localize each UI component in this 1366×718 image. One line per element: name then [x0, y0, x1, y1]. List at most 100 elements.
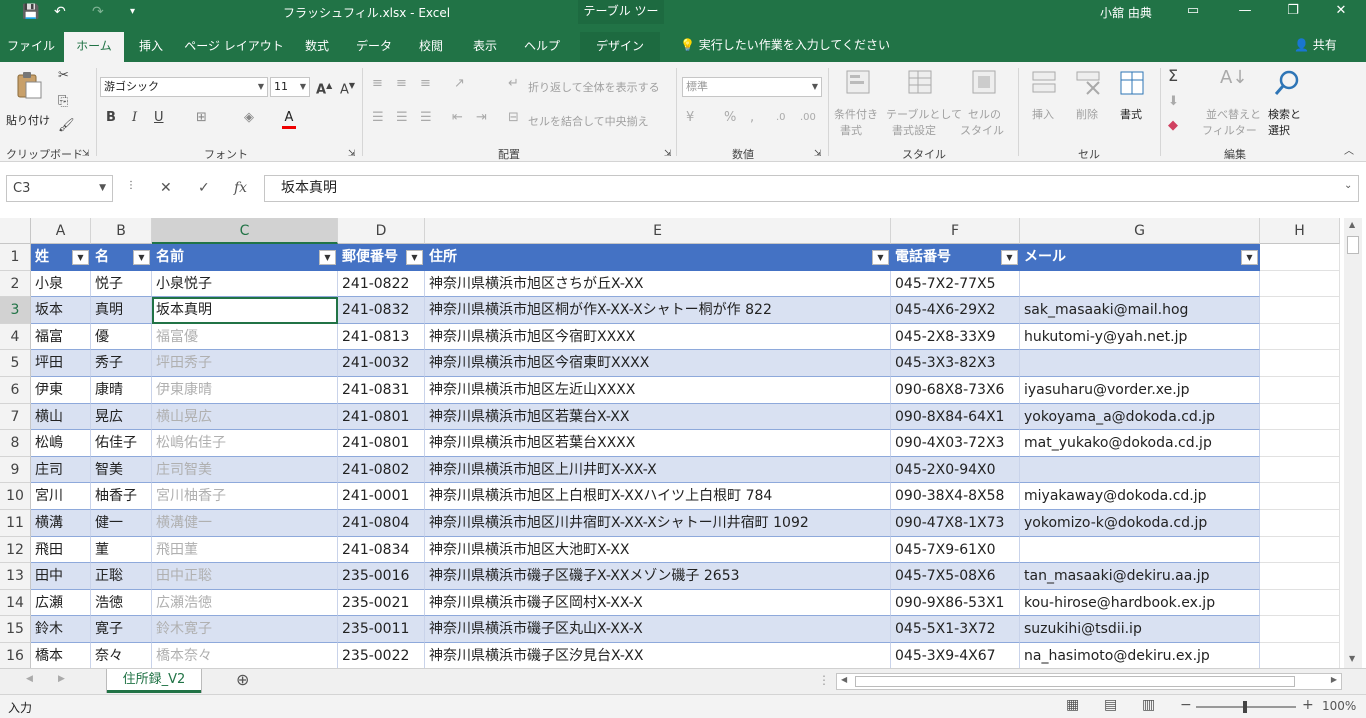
zoom-slider[interactable] [1196, 701, 1296, 713]
font-dialog-launcher-icon[interactable]: ⇲ [348, 146, 356, 162]
tab-insert[interactable]: 挿入 [126, 32, 176, 62]
bold-icon[interactable]: B [106, 110, 116, 126]
restore-button[interactable]: ❐ [1270, 0, 1316, 24]
redo-icon[interactable]: ↷ [92, 3, 104, 21]
filter-dropdown-icon[interactable]: ▼ [133, 250, 150, 265]
table-cell[interactable]: 235-0011 [338, 616, 425, 643]
table-cell[interactable]: miyakaway@dokoda.cd.jp [1020, 483, 1260, 510]
sort-filter-button[interactable]: A↓ 並べ替えと フィルター [1202, 68, 1262, 144]
increase-decimal-icon[interactable]: .0 [776, 110, 786, 126]
flash-fill-preview-cell[interactable]: 伊東康晴 [152, 377, 338, 404]
table-cell[interactable]: 090-68X8-73X6 [891, 377, 1020, 404]
table-cell[interactable] [1020, 350, 1260, 377]
format-cells-button[interactable]: 書式 [1112, 68, 1152, 144]
table-cell[interactable]: 悦子 [91, 270, 152, 298]
table-cell[interactable]: 241-0804 [338, 510, 425, 537]
alignment-dialog-launcher-icon[interactable]: ⇲ [664, 146, 672, 162]
table-cell[interactable]: na_hasimoto@dekiru.ex.jp [1020, 643, 1260, 670]
decrease-font-size-icon[interactable]: A▼ [340, 78, 355, 98]
row-header[interactable]: 8 [0, 430, 31, 457]
table-cell[interactable]: 241-0032 [338, 350, 425, 377]
paste-button[interactable]: 貼り付け [6, 68, 52, 138]
column-header-e[interactable]: E [425, 218, 891, 244]
table-cell[interactable]: 松嶋 [31, 430, 91, 457]
number-dialog-launcher-icon[interactable]: ⇲ [814, 146, 822, 162]
table-cell[interactable]: 045-4X6-29X2 [891, 297, 1020, 324]
empty-cell[interactable] [1260, 563, 1340, 590]
column-header-b[interactable]: B [91, 218, 152, 244]
row-header[interactable]: 13 [0, 563, 31, 590]
table-cell[interactable]: 田中 [31, 563, 91, 590]
table-cell[interactable]: 045-5X1-3X72 [891, 616, 1020, 643]
page-layout-view-icon[interactable]: ▤ [1104, 697, 1117, 713]
horizontal-scroll-thumb[interactable] [855, 676, 1295, 687]
table-cell[interactable] [1020, 270, 1260, 298]
clear-icon[interactable]: ◆ [1168, 118, 1178, 134]
prev-sheet-icon[interactable]: ◀ [26, 674, 33, 684]
empty-cell[interactable] [1260, 403, 1340, 431]
align-top-icon[interactable]: ≡ [372, 76, 383, 92]
wrap-text-label[interactable]: 折り返して全体を表示する [528, 79, 660, 95]
table-cell[interactable]: 090-8X84-64X1 [891, 403, 1020, 431]
table-cell[interactable]: 045-2X0-94X0 [891, 456, 1020, 484]
tab-design[interactable]: デザイン [580, 32, 660, 62]
border-icon[interactable]: ⊞ [196, 110, 207, 126]
table-cell[interactable]: tan_masaaki@dekiru.aa.jp [1020, 563, 1260, 590]
sheet-tab-active[interactable]: 住所録_V2 [107, 669, 201, 693]
filter-dropdown-icon[interactable]: ▼ [72, 250, 89, 265]
font-size-select[interactable]: 11 ▼ [270, 77, 310, 97]
row-header[interactable]: 12 [0, 536, 31, 564]
filter-dropdown-icon[interactable]: ▼ [1001, 250, 1018, 265]
table-cell[interactable]: 横溝 [31, 510, 91, 537]
scroll-down-icon[interactable]: ▼ [1349, 654, 1355, 663]
row-header[interactable]: 1 [0, 244, 31, 271]
insert-function-icon[interactable]: fx [234, 180, 247, 196]
filter-dropdown-icon[interactable]: ▼ [319, 250, 336, 265]
user-name[interactable]: 小舘 由典 [1100, 4, 1152, 21]
empty-cell[interactable] [1260, 536, 1340, 564]
vertical-scrollbar[interactable]: ▲ ▼ [1344, 218, 1362, 668]
tell-me-search[interactable]: 💡 実行したい作業を入力してください [680, 36, 890, 53]
cell-styles-button[interactable]: セルの スタイル [958, 68, 1012, 144]
empty-cell[interactable] [1260, 297, 1340, 324]
scroll-left-icon[interactable]: ◀ [841, 675, 847, 684]
align-left-icon[interactable]: ☰ [372, 110, 384, 126]
conditional-formatting-button[interactable]: 条件付き 書式 [832, 68, 886, 144]
table-cell[interactable]: 神奈川県横浜市旭区若葉台XXXX [425, 430, 891, 457]
flash-fill-preview-cell[interactable]: 庄司智美 [152, 456, 338, 484]
sorted-filter-dropdown-icon[interactable]: ▼ [872, 250, 889, 265]
table-cell[interactable]: 神奈川県横浜市磯子区磯子X-XXメゾン磯子 2653 [425, 563, 891, 590]
column-header-d[interactable]: D [338, 218, 425, 244]
copy-icon[interactable]: ⎘ [58, 94, 68, 110]
number-format-select[interactable]: 標準 ▼ [682, 77, 822, 97]
table-cell[interactable]: 広瀬 [31, 589, 91, 617]
table-cell[interactable]: 秀子 [91, 350, 152, 377]
flash-fill-preview-cell[interactable]: 宮川柚香子 [152, 483, 338, 510]
increase-indent-icon[interactable]: ⇥ [476, 110, 487, 126]
table-cell[interactable]: 241-0822 [338, 270, 425, 298]
flash-fill-preview-cell[interactable]: 横溝健一 [152, 510, 338, 537]
empty-cell[interactable] [1260, 377, 1340, 404]
empty-cell[interactable] [1260, 270, 1340, 298]
table-cell[interactable]: 神奈川県横浜市旭区左近山XXXX [425, 377, 891, 404]
font-color-icon[interactable]: A [282, 110, 296, 129]
table-cell[interactable]: 坪田 [31, 350, 91, 377]
empty-cell[interactable] [1260, 350, 1340, 377]
table-cell[interactable]: 241-0831 [338, 377, 425, 404]
table-cell[interactable]: 神奈川県横浜市旭区若葉台X-XX [425, 403, 891, 431]
tab-help[interactable]: ヘルプ [514, 32, 570, 62]
flash-fill-preview-cell[interactable]: 横山晃広 [152, 403, 338, 431]
table-cell[interactable]: 神奈川県横浜市磯子区岡村X-XX-X [425, 589, 891, 617]
table-cell[interactable]: 健一 [91, 510, 152, 537]
table-cell[interactable]: 神奈川県横浜市磯子区汐見台X-XX [425, 643, 891, 670]
cancel-entry-icon[interactable]: ✕ [160, 180, 172, 196]
row-header[interactable]: 7 [0, 403, 31, 431]
table-cell[interactable]: 飛田 [31, 536, 91, 564]
table-header-cell[interactable]: 電話番号 ▼ [891, 244, 1020, 271]
formula-input[interactable]: 坂本真明 [264, 175, 1359, 202]
flash-fill-preview-cell[interactable]: 鈴木寛子 [152, 616, 338, 643]
table-cell[interactable]: 神奈川県横浜市旭区桐が作X-XX-Xシャトー桐が作 822 [425, 297, 891, 324]
clipboard-dialog-launcher-icon[interactable]: ⇲ [82, 146, 90, 162]
wrap-text-icon[interactable]: ↵ [508, 76, 519, 92]
table-cell[interactable]: 241-0834 [338, 536, 425, 564]
